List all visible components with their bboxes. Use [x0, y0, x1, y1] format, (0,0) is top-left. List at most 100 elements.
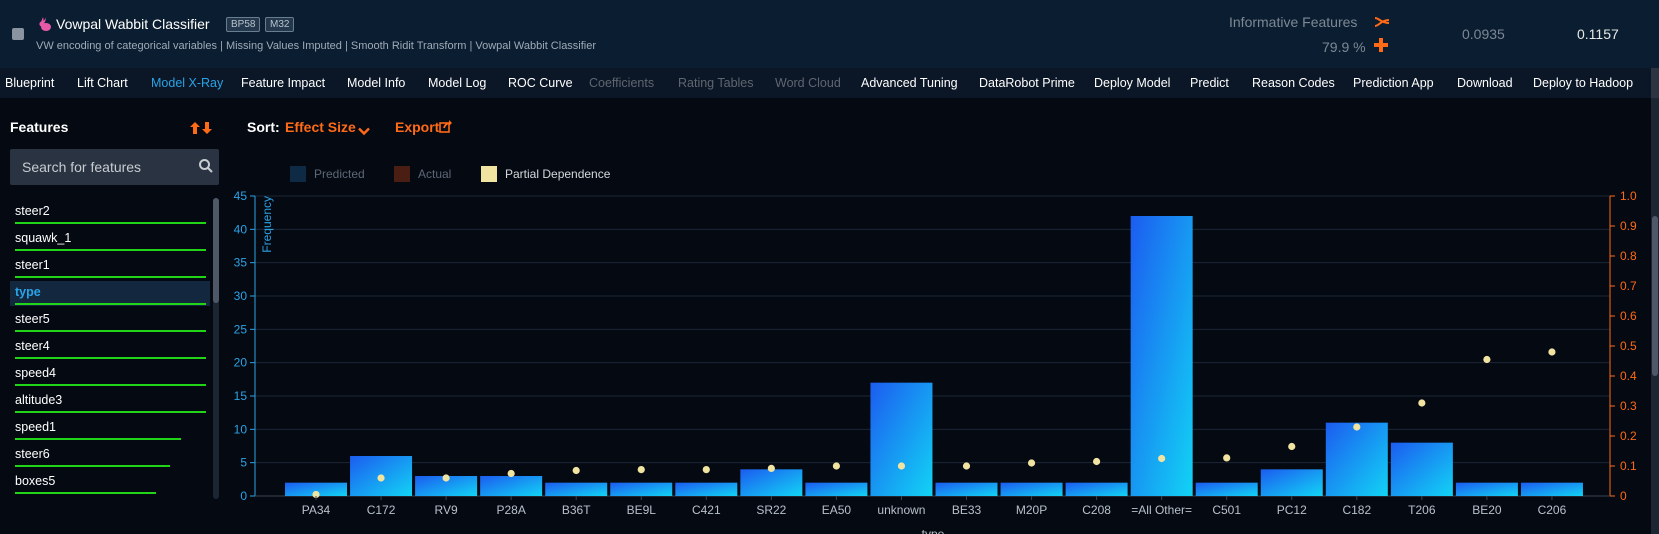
- chart-scrollbar-thumb[interactable]: [1652, 216, 1658, 376]
- features-scrollbar-thumb[interactable]: [213, 198, 219, 303]
- feature-item-steer6[interactable]: steer6: [10, 443, 210, 468]
- search-icon[interactable]: [198, 158, 214, 179]
- tab-deploy-to-hadoop[interactable]: Deploy to Hadoop: [1533, 76, 1633, 90]
- y2-tick-label: 0.8: [1620, 249, 1637, 263]
- x-tick-label: M20P: [1016, 503, 1047, 517]
- feature-item-speed1[interactable]: speed1: [10, 416, 210, 441]
- tab-feature-impact[interactable]: Feature Impact: [241, 76, 325, 90]
- feature-label: speed1: [15, 420, 57, 434]
- pd-point-C501: [1223, 454, 1231, 462]
- feature-importance-bar: [15, 465, 170, 467]
- tab-advanced-tuning[interactable]: Advanced Tuning: [861, 76, 958, 90]
- x-tick-label: C501: [1212, 503, 1241, 517]
- tab-download[interactable]: Download: [1457, 76, 1513, 90]
- x-tick-label: T206: [1408, 503, 1436, 517]
- plus-icon[interactable]: [1374, 38, 1388, 57]
- bar-BE9L: [610, 482, 673, 496]
- pd-point-=All Other=: [1158, 454, 1166, 463]
- bar-C501: [1195, 482, 1258, 496]
- y2-tick-label: 0: [1620, 489, 1627, 503]
- pd-point-SR22: [767, 464, 775, 472]
- feature-importance-bar: [15, 276, 206, 278]
- x-tick-label: BE33: [952, 503, 982, 517]
- pd-point-BE20: [1483, 355, 1491, 364]
- scissors-icon[interactable]: [1374, 15, 1390, 33]
- tab-model-x-ray[interactable]: Model X-Ray: [151, 76, 223, 90]
- feature-item-type[interactable]: type: [10, 281, 210, 306]
- x-tick-label: =All Other=: [1131, 503, 1192, 517]
- feature-importance-bar: [15, 330, 206, 332]
- pd-point-BE33: [962, 462, 971, 470]
- tab-prediction-app[interactable]: Prediction App: [1353, 76, 1434, 90]
- y-tick-label: 20: [234, 356, 248, 370]
- bar-SR22: [740, 469, 803, 496]
- y2-tick-label: 0.2: [1620, 429, 1637, 443]
- tabs-scrollbar[interactable]: [1651, 68, 1659, 98]
- model-header: Vowpal Wabbit Classifier BP58 M32 VW enc…: [0, 0, 1659, 68]
- feature-importance-bar: [15, 438, 181, 440]
- feature-importance-bar: [15, 411, 206, 413]
- feature-importance-bar: [15, 384, 206, 386]
- pd-point-P28A: [507, 469, 515, 478]
- feature-label: steer5: [15, 312, 50, 326]
- model-select-checkbox[interactable]: [12, 28, 24, 40]
- export-button[interactable]: Export: [395, 119, 439, 135]
- tab-predict[interactable]: Predict: [1190, 76, 1229, 90]
- y-tick-label: 25: [234, 322, 248, 336]
- search-input[interactable]: [22, 159, 192, 175]
- feature-item-squawk_1[interactable]: squawk_1: [10, 227, 210, 252]
- x-tick-label: PC12: [1277, 503, 1307, 517]
- tab-blueprint[interactable]: Blueprint: [5, 76, 54, 90]
- tab-datarobot-prime[interactable]: DataRobot Prime: [979, 76, 1075, 90]
- feature-item-steer2[interactable]: steer2: [10, 200, 210, 225]
- tab-model-info[interactable]: Model Info: [347, 76, 405, 90]
- tab-deploy-model[interactable]: Deploy Model: [1094, 76, 1170, 90]
- feature-item-altitude3[interactable]: altitude3: [10, 389, 210, 414]
- chevron-down-icon[interactable]: [358, 123, 370, 141]
- tab-roc-curve[interactable]: ROC Curve: [508, 76, 573, 90]
- pd-point-PC12: [1288, 442, 1296, 451]
- x-tick-label: C206: [1538, 503, 1567, 517]
- tab-lift-chart[interactable]: Lift Chart: [77, 76, 128, 90]
- y-axis-title: Frequency: [260, 196, 274, 253]
- features-title: Features: [10, 119, 69, 135]
- tab-coefficients: Coefficients: [589, 76, 655, 90]
- sort-order-icon[interactable]: [189, 121, 213, 140]
- feature-item-speed4[interactable]: speed4: [10, 362, 210, 387]
- model-number-badge: M32: [265, 17, 295, 32]
- y2-tick-label: 0.1: [1620, 459, 1637, 473]
- pd-point-unknown: [897, 462, 906, 470]
- feature-importance-bar: [15, 492, 156, 494]
- features-scrollbar[interactable]: [213, 198, 219, 499]
- bar-C421: [675, 482, 738, 496]
- feature-item-boxes5[interactable]: boxes5: [10, 470, 210, 495]
- bar-C208: [1065, 482, 1128, 496]
- y-tick-label: 40: [234, 222, 248, 236]
- legend-label: Predicted: [314, 167, 365, 181]
- pd-point-EA50: [832, 462, 841, 470]
- share-icon[interactable]: [439, 119, 453, 138]
- x-tick-label: B36T: [562, 503, 591, 517]
- tab-model-log[interactable]: Model Log: [428, 76, 486, 90]
- bar-P28A: [480, 476, 543, 496]
- validation-score: 0.0935: [1462, 26, 1505, 42]
- y2-tick-label: 0.3: [1620, 399, 1637, 413]
- bar-M20P: [1000, 482, 1063, 496]
- legend-swatch: [481, 166, 497, 182]
- model-tabs: Blueprint Lift Chart Model X-Ray Feature…: [0, 68, 1659, 98]
- bar-unknown: [870, 382, 933, 496]
- sort-dropdown[interactable]: Effect Size: [285, 119, 356, 135]
- bar-T206: [1390, 442, 1453, 496]
- pd-point-C172: [377, 474, 385, 482]
- x-tick-label: C172: [367, 503, 396, 517]
- y2-tick-label: 0.9: [1620, 219, 1637, 233]
- y2-tick-label: 0.4: [1620, 369, 1637, 383]
- tab-reason-codes[interactable]: Reason Codes: [1252, 76, 1335, 90]
- informative-features-percent: 79.9 %: [1322, 39, 1366, 55]
- model-description: VW encoding of categorical variables | M…: [36, 40, 597, 52]
- chart-scrollbar[interactable]: [1651, 98, 1659, 534]
- feature-item-steer4[interactable]: steer4: [10, 335, 210, 360]
- feature-item-steer1[interactable]: steer1: [10, 254, 210, 279]
- feature-item-steer5[interactable]: steer5: [10, 308, 210, 333]
- informative-features-label: Informative Features: [1229, 14, 1358, 30]
